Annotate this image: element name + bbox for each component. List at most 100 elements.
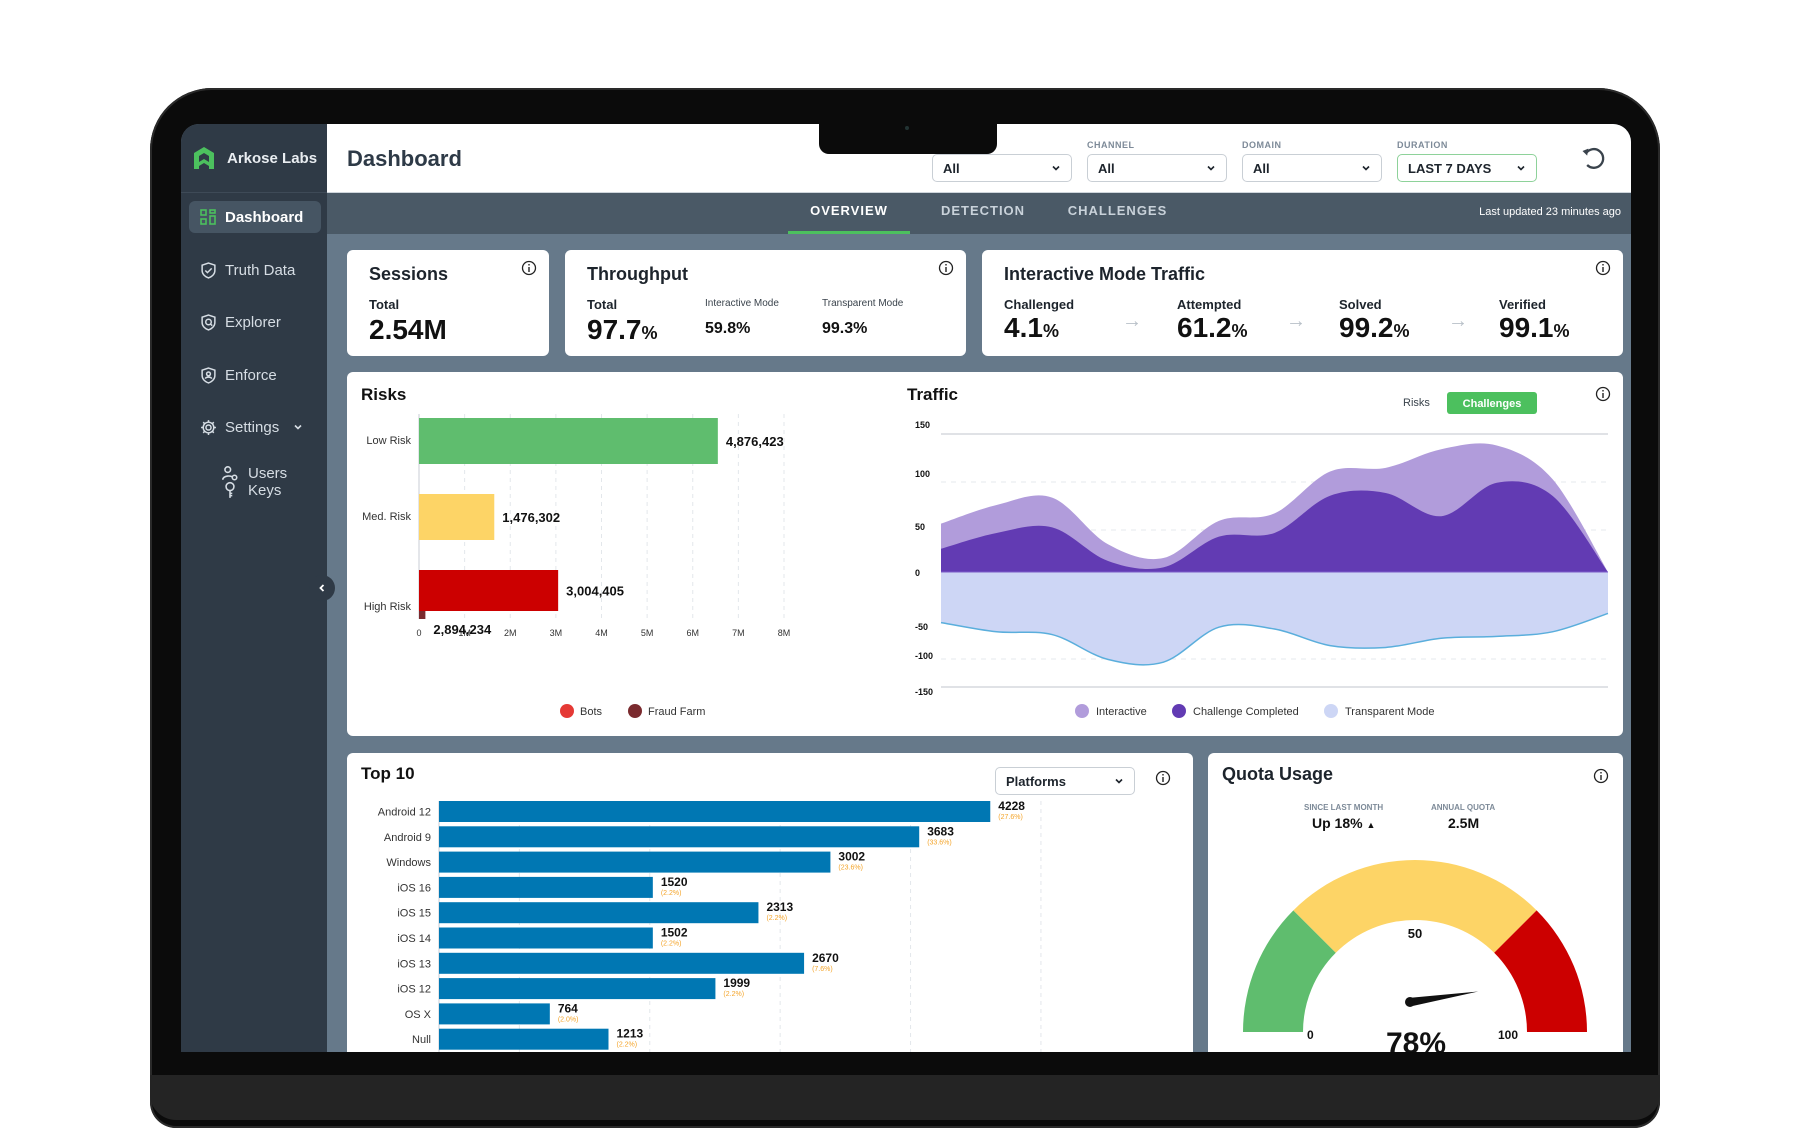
traffic-chart: Traffic Risks Challenges 150 100 50 0 -50 -10… xyxy=(907,385,1611,718)
info-icon[interactable] xyxy=(1155,770,1171,786)
last-updated-text: Last updated 23 minutes ago xyxy=(1479,206,1621,218)
value-number: 99.2 xyxy=(1339,312,1394,343)
shield-user-icon xyxy=(199,366,217,384)
throughput-total-value: 97.7% xyxy=(587,314,658,346)
gauge-max-label: 100 xyxy=(1498,1028,1518,1042)
value-number: 97.7 xyxy=(587,314,642,345)
category-label: Null xyxy=(412,1034,431,1046)
level-select[interactable]: All xyxy=(932,154,1072,182)
stat-label: Solved xyxy=(1339,297,1382,312)
category-label: Low Risk xyxy=(366,435,411,447)
duration-select[interactable]: LAST 7 DAYS xyxy=(1397,154,1537,182)
top10-bar xyxy=(439,952,805,974)
bar-value-label: 4228 xyxy=(998,799,1025,813)
bar-bots xyxy=(419,494,495,540)
bar-value-label: 2670 xyxy=(812,951,839,965)
attempted-value: 61.2% xyxy=(1177,312,1248,344)
info-icon[interactable] xyxy=(1595,260,1611,276)
arrow-right-icon: → xyxy=(1448,310,1468,332)
chevron-left-icon xyxy=(319,584,325,592)
card-title: Throughput xyxy=(587,264,688,284)
chevron-down-icon xyxy=(1517,165,1525,171)
challenged-value: 4.1% xyxy=(1004,312,1059,344)
percent-sign: % xyxy=(1231,321,1248,341)
bar-value-label: 3002 xyxy=(838,850,865,864)
sidebar-item-dashboard[interactable]: Dashboard xyxy=(189,201,321,233)
gear-icon xyxy=(199,418,217,436)
risks-toggle-button[interactable]: Risks xyxy=(1403,397,1430,409)
category-label: Windows xyxy=(386,857,431,869)
info-icon[interactable] xyxy=(521,260,537,276)
sidebar-item-label: Settings xyxy=(225,418,280,436)
collapse-sidebar-button[interactable] xyxy=(309,575,335,601)
tab-challenges[interactable]: CHALLENGES xyxy=(1060,193,1175,234)
category-label: iOS 16 xyxy=(397,882,431,894)
x-tick-label: 7M xyxy=(732,628,745,638)
stat-label: Total xyxy=(369,297,400,312)
percent-sign: % xyxy=(1042,321,1059,341)
stat-label: Interactive Mode xyxy=(705,298,779,309)
sidebar-item-label: Truth Data xyxy=(225,261,296,279)
category-label: High Risk xyxy=(364,601,412,613)
info-icon[interactable] xyxy=(938,260,954,276)
legend-label: Challenge Completed xyxy=(1193,706,1299,718)
sidebar-item-settings[interactable]: Settings xyxy=(189,411,321,443)
bar-percent-label: (2.0%) xyxy=(558,1016,579,1023)
tab-detection[interactable]: DETECTION xyxy=(933,193,1033,234)
sidebar-item-label: Dashboard xyxy=(225,208,304,226)
sidebar: Arkose Labs Dashboard Truth Data Explore… xyxy=(181,124,327,1052)
tab-overview[interactable]: OVERVIEW xyxy=(788,193,910,234)
channel-select[interactable]: All xyxy=(1087,154,1227,182)
chevron-down-icon xyxy=(1115,778,1123,784)
legend-swatch xyxy=(1172,704,1186,718)
quota-gauge: 0 50 100 78% xyxy=(1243,860,1587,1052)
legend-swatch-bots xyxy=(560,704,574,718)
stat-label: Total xyxy=(587,297,618,312)
x-tick-label: 5M xyxy=(641,628,654,638)
legend-label: Fraud Farm xyxy=(648,706,705,718)
top10-card: Top 10 Android 12 4228 (27.6%) Android 9 368… xyxy=(347,753,1193,1052)
top10-bar xyxy=(439,826,920,848)
sidebar-item-truth-data[interactable]: Truth Data xyxy=(189,254,321,286)
y-tick-label: -150 xyxy=(915,687,933,697)
category-label: Android 9 xyxy=(384,832,431,844)
bar-value-label: 1,476,302 xyxy=(502,510,560,525)
sidebar-item-label: Keys xyxy=(248,481,282,499)
select-value: Platforms xyxy=(1006,773,1066,789)
risks-title: Risks xyxy=(361,385,406,404)
sidebar-item-enforce[interactable]: Enforce xyxy=(189,359,321,391)
legend-label: Bots xyxy=(580,706,603,718)
verified-value: 99.1% xyxy=(1499,312,1570,344)
challenges-toggle-button[interactable]: Challenges xyxy=(1463,398,1522,410)
quota-usage-card: Quota Usage SINCE LAST MONTH Up 18% ▲ AN… xyxy=(1208,753,1623,1052)
x-tick-label: 2M xyxy=(504,628,517,638)
risks-chart: Risks 0 1M 2M 3M 4M 5M 6M 7M 8MLow Risk 4,876,423… xyxy=(361,385,790,718)
platforms-select[interactable]: Platforms xyxy=(995,767,1135,795)
bar-value-label: 1502 xyxy=(661,926,688,940)
arrow-right-icon: → xyxy=(1122,310,1142,332)
key-icon xyxy=(221,481,239,499)
bar-percent-label: (2.2%) xyxy=(617,1042,638,1049)
y-tick-label: 0 xyxy=(915,568,920,578)
gauge-min-label: 0 xyxy=(1307,1028,1314,1042)
refresh-icon[interactable] xyxy=(1579,144,1607,172)
dashboard-grid-icon xyxy=(199,208,217,226)
y-tick-label: -100 xyxy=(915,651,933,661)
sidebar-item-label: Explorer xyxy=(225,313,281,331)
card-title: Interactive Mode Traffic xyxy=(1004,264,1206,284)
bar-value-label: 1520 xyxy=(661,875,688,889)
sidebar-item-explorer[interactable]: Explorer xyxy=(189,306,321,338)
camera-notch xyxy=(819,122,997,154)
throughput-card: Throughput Total 97.7% Interactive Mode … xyxy=(565,250,966,356)
brand[interactable]: Arkose Labs xyxy=(181,124,327,193)
domain-select[interactable]: All xyxy=(1242,154,1382,182)
info-icon[interactable] xyxy=(1595,386,1611,402)
bar-bots xyxy=(419,570,559,611)
arkose-logo-icon xyxy=(194,147,214,169)
percent-sign: % xyxy=(641,323,658,343)
card-title: Sessions xyxy=(369,264,449,284)
sidebar-item-keys[interactable]: Keys xyxy=(221,476,281,504)
legend-label: Interactive xyxy=(1096,706,1147,718)
top10-bar xyxy=(439,851,831,873)
chevron-down-icon xyxy=(1207,165,1215,171)
